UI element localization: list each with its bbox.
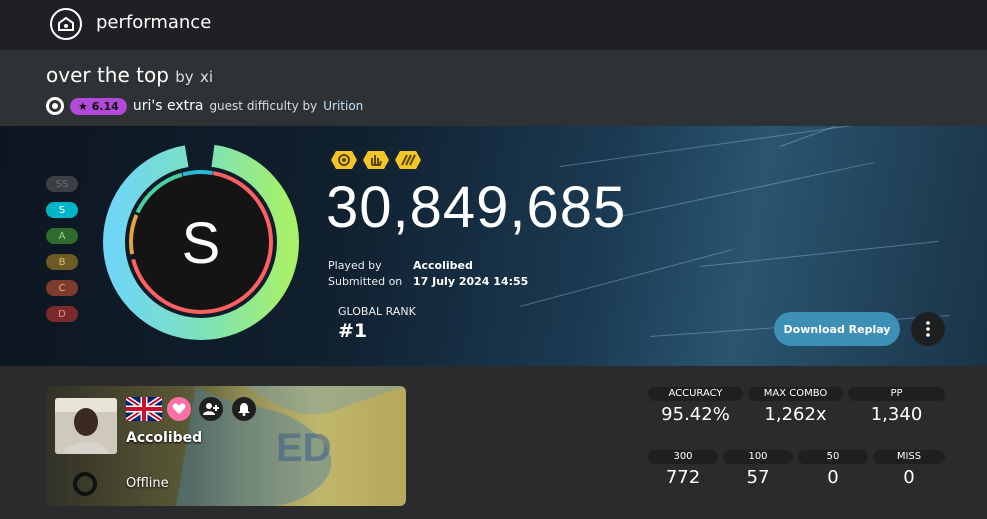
by-word: by bbox=[175, 68, 194, 86]
stat-300: 300 772 bbox=[648, 450, 718, 488]
stat-100: 100 57 bbox=[723, 450, 793, 488]
top-bar: performance bbox=[0, 0, 987, 50]
stat-label: 100 bbox=[723, 450, 793, 464]
grade-d: D bbox=[46, 306, 78, 322]
guest-mapper-link[interactable]: Urition bbox=[323, 99, 363, 113]
submitted-date: 17 July 2024 14:55 bbox=[413, 275, 529, 288]
grade-a: A bbox=[46, 228, 78, 244]
stat-value: 57 bbox=[746, 467, 770, 488]
song-artist: xi bbox=[200, 68, 214, 86]
page-title: performance bbox=[96, 12, 212, 33]
played-by-label: Played by bbox=[328, 259, 382, 272]
difficulty-name: uri's extra bbox=[132, 98, 204, 114]
hidden-mod-icon[interactable] bbox=[330, 150, 358, 170]
download-replay-button[interactable]: Download Replay bbox=[774, 312, 900, 346]
stat-value: 1,262x bbox=[764, 404, 827, 425]
stat-label: MAX COMBO bbox=[748, 387, 843, 401]
grade-list: SS S A B C D bbox=[46, 176, 78, 322]
score-meta: Played by Accolibed Submitted on 17 July… bbox=[328, 258, 528, 290]
submitted-label: Submitted on bbox=[328, 275, 403, 288]
stat-50: 50 0 bbox=[798, 450, 868, 488]
ruleset-osu-icon bbox=[46, 97, 64, 115]
bell-icon[interactable] bbox=[232, 397, 256, 421]
osu-logo-icon[interactable] bbox=[50, 8, 82, 40]
guest-difficulty-text: guest difficulty by bbox=[209, 99, 318, 113]
stat-accuracy: ACCURACY 95.42% bbox=[648, 387, 743, 425]
accuracy-ring: S bbox=[103, 144, 299, 340]
stat-max-combo: MAX COMBO 1,262x bbox=[748, 387, 843, 425]
hard-rock-mod-icon[interactable] bbox=[362, 150, 390, 170]
score-grade: S bbox=[182, 211, 221, 276]
heart-icon[interactable] bbox=[167, 397, 191, 421]
stat-value: 772 bbox=[665, 467, 701, 488]
stat-miss: MISS 0 bbox=[873, 450, 945, 488]
stat-label: ACCURACY bbox=[648, 387, 743, 401]
stat-pp: PP 1,340 bbox=[848, 387, 945, 425]
user-name[interactable]: Accolibed bbox=[126, 430, 202, 446]
stat-value: 95.42% bbox=[661, 404, 730, 425]
grade-ss: SS bbox=[46, 176, 78, 192]
grade-c: C bbox=[46, 280, 78, 296]
double-time-mod-icon[interactable] bbox=[394, 150, 422, 170]
stat-label: MISS bbox=[873, 450, 945, 464]
song-title: over the top bbox=[46, 63, 169, 87]
user-status: Offline bbox=[126, 476, 169, 491]
played-by-user-link[interactable]: Accolibed bbox=[413, 258, 473, 274]
avatar[interactable] bbox=[55, 398, 117, 454]
global-rank-value: #1 bbox=[338, 320, 368, 342]
add-friend-icon[interactable] bbox=[199, 397, 223, 421]
mods-list bbox=[330, 150, 422, 170]
uk-flag-icon[interactable] bbox=[126, 397, 162, 421]
grade-b: B bbox=[46, 254, 78, 270]
global-rank-label: GLOBAL RANK bbox=[338, 305, 416, 318]
status-indicator-icon bbox=[73, 472, 97, 496]
difficulty-line: ★ 6.14 uri's extra guest difficulty by U… bbox=[46, 96, 363, 116]
stat-label: 50 bbox=[798, 450, 868, 464]
stat-value: 0 bbox=[827, 467, 839, 488]
song-title-line[interactable]: over the top by xi bbox=[46, 63, 213, 87]
user-card[interactable]: ED Accolibed Off bbox=[46, 386, 406, 506]
star-rating-badge: ★ 6.14 bbox=[70, 97, 127, 115]
grade-s: S bbox=[46, 202, 78, 218]
stat-value: 0 bbox=[903, 467, 915, 488]
total-score: 30,849,685 bbox=[326, 175, 627, 240]
more-vertical-icon[interactable] bbox=[911, 312, 945, 346]
stat-label: PP bbox=[848, 387, 945, 401]
stat-value: 1,340 bbox=[870, 404, 923, 425]
stat-label: 300 bbox=[648, 450, 718, 464]
